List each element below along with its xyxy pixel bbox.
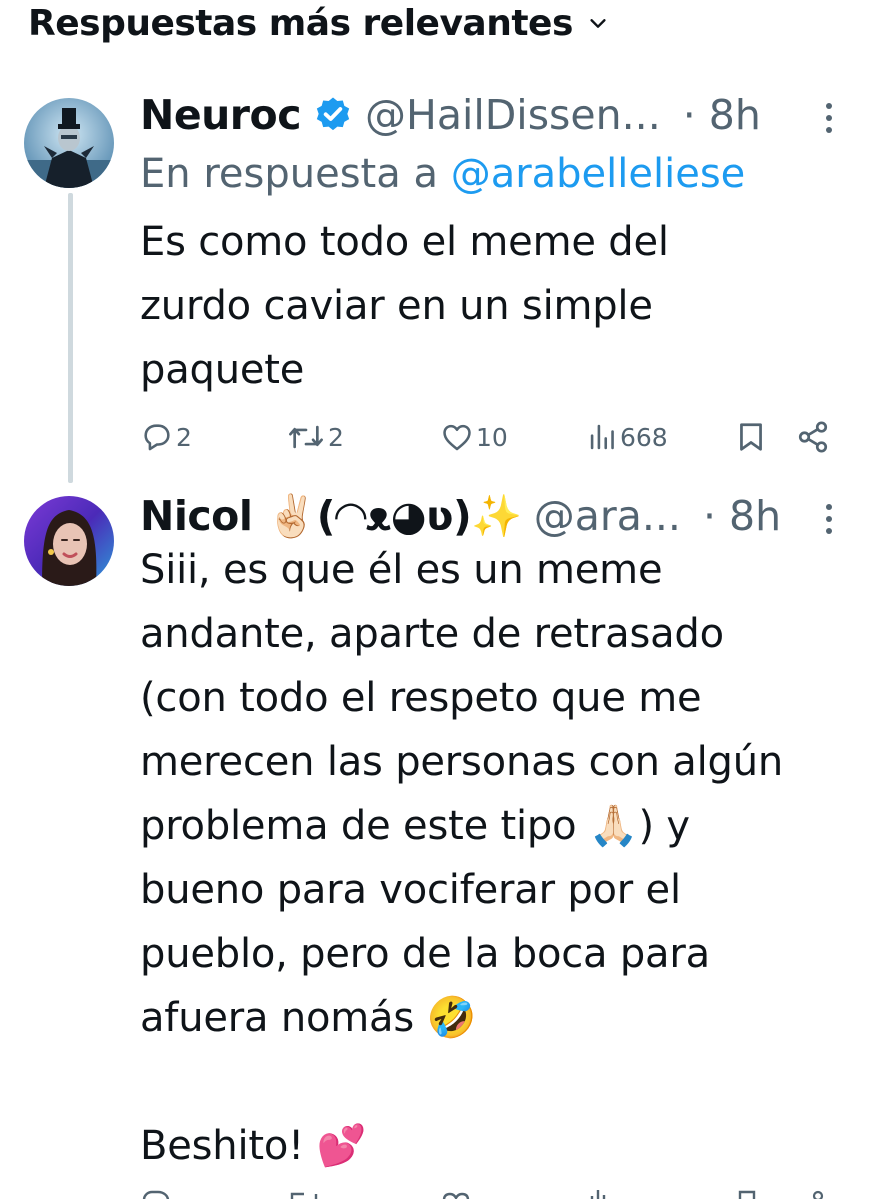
chevron-down-icon [590, 19, 606, 28]
share-icon [798, 421, 828, 453]
more-options-icon[interactable] [824, 502, 834, 536]
user-handle[interactable]: @ara... [534, 492, 681, 540]
reply-count: 2 [176, 422, 192, 452]
views-button[interactable]: 668 [588, 420, 668, 454]
more-options-icon[interactable] [824, 101, 834, 135]
sort-label: Respuestas más relevantes [28, 2, 573, 44]
avatar-image [24, 496, 114, 586]
retweet-button[interactable]: 2 [286, 420, 344, 454]
retweet-count: 2 [328, 422, 344, 452]
tweet-actions-partial [140, 1185, 840, 1199]
tweet-header: Nicol ✌🏻(◠ᴥ◕ʋ)✨ @ara... · 8h [140, 492, 781, 540]
reply-mention-link[interactable]: @arabelleliese [451, 151, 746, 197]
cropped-action-icons [142, 1190, 824, 1199]
views-icon [590, 424, 614, 450]
reply-prefix: En respuesta a [140, 151, 451, 197]
bookmark-button[interactable] [736, 420, 766, 454]
like-count: 10 [476, 422, 508, 452]
view-count: 668 [620, 422, 668, 452]
reply-context: En respuesta a @arabelleliese [140, 150, 745, 198]
thread-line [68, 193, 73, 483]
replies-sort-dropdown[interactable]: Respuestas más relevantes [28, 0, 609, 46]
tweet-timestamp[interactable]: · 8h [703, 492, 781, 540]
user-handle[interactable]: @HailDissen... [365, 91, 661, 139]
avatar[interactable] [24, 496, 114, 586]
reply-button[interactable]: 2 [140, 420, 192, 454]
tweet-timestamp[interactable]: · 8h [683, 91, 761, 139]
tweet-actions: 2 2 10 668 [140, 414, 840, 460]
avatar[interactable] [24, 98, 114, 188]
avatar-image [24, 98, 114, 188]
verified-badge-icon [316, 97, 350, 131]
bookmark-icon [740, 423, 762, 451]
like-button[interactable]: 10 [440, 420, 508, 454]
tweet-text: Siii, es que él es un meme andante, apar… [140, 547, 784, 1169]
retweet-icon [289, 425, 323, 449]
tweet-text: Es como todo el meme del zurdo caviar en… [140, 219, 669, 393]
tweet-header: Neuroc @HailDissen... · 8h [140, 91, 761, 139]
reply-icon [144, 424, 170, 451]
display-name[interactable]: Neuroc [140, 91, 302, 139]
share-button[interactable] [796, 420, 830, 454]
display-name[interactable]: Nicol ✌🏻(◠ᴥ◕ʋ)✨ [140, 492, 522, 540]
heart-icon [443, 424, 471, 451]
